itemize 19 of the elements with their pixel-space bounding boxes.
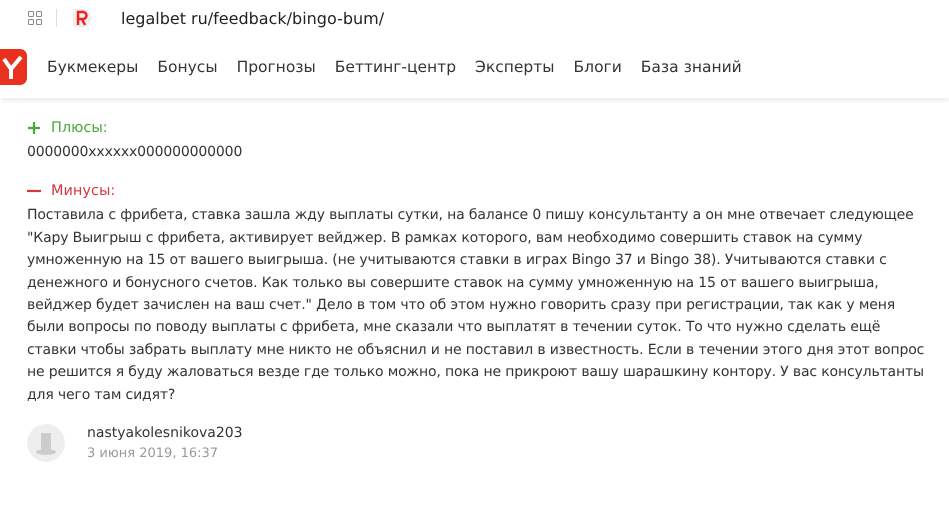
review-text: 0000000xxxxxx000000000000 [27,143,244,162]
nav-link[interactable]: Эксперты [475,58,555,76]
review-text: Поставила с фрибета, ставка зашла жду выплаты сутки, на балансе 0 пишу консультанту а он мне отвечает следующее "Кару Выигрыш с фрибета, активирует вейджер. В рамках которого, вам необходимо совершить ставок на сумму умноженную на 15 от вашего выигрыша. (не учитываются ставки в играх Bingo 37 и Bingo 38). Учитываются ставки с денежного и бонусного счетов. Как только вы совершите ставок на сумму умноженную на 15 от вашего выигрыша, вейджер будет зачислен на ваш счет." Дело в том что об этом нужно говорить сразу при регистрации, так как у меня были вопросы по поводу выплаты с фрибета, мне сказали что выплатят в течении суток. То что нужно сделать ещё ставки чтобы забрать выплату мне никто не объяснил и не поставил в известность. Если в течении этого дня этот вопрос не решится я буду жаловаться везде где только можно, пока не прикроют вашу шарашкину контору. У вас консультанты для чего там сидят? [27,206,926,405]
nav-link[interactable]: База знаний [640,58,742,76]
section-title: Минусы: [51,183,116,200]
site-logo-icon[interactable] [0,49,27,85]
nav-link[interactable]: Прогнозы [236,58,316,76]
review-date: 3 июня 2019, 16:37 [87,446,220,462]
nav-link[interactable]: Букмекеры [47,58,138,76]
nav-link[interactable]: Блоги [574,58,622,76]
browser-logo-icon [71,7,93,29]
tabs-grid-icon[interactable] [28,11,42,25]
plus-icon [27,121,41,135]
author-name[interactable]: nastyakolesnikova203 [87,425,243,442]
nav-link[interactable]: Бонусы [157,58,218,76]
address-bar[interactable]: legalbet ru/feedback/bingo-bum/ [121,8,384,28]
avatar-icon [27,424,65,462]
section-title: Плюсы: [51,120,108,136]
nav-link[interactable]: Беттинг-центр [334,58,456,76]
